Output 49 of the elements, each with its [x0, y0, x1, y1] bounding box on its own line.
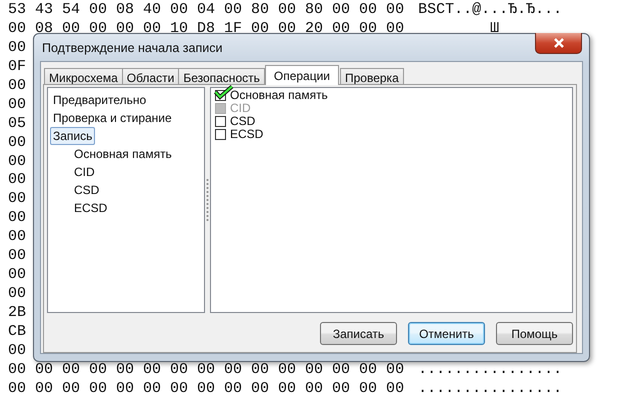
hex-bytes: 0F — [8, 58, 26, 75]
window-title: Подтверждение начала записи — [42, 41, 222, 55]
hex-bytes: 53 43 54 00 08 40 00 04 00 80 00 80 00 00 00 — [8, 1, 404, 18]
tab[interactable]: Микросхема — [44, 68, 123, 85]
hex-bytes: 2B — [8, 304, 26, 321]
tree-item[interactable]: CSD — [71, 181, 102, 199]
hex-bytes: 00 — [8, 76, 26, 94]
hex-bytes: 00 — [8, 228, 26, 246]
close-button[interactable] — [535, 33, 582, 54]
hex-bytes: 00 — [8, 134, 26, 151]
checkbox[interactable] — [215, 116, 226, 127]
tree-item[interactable]: Основная память — [71, 145, 175, 163]
tree-item[interactable]: ECSD — [71, 199, 110, 217]
hex-bytes: 00 — [8, 152, 26, 170]
tree-item[interactable]: Предварительно — [50, 91, 150, 109]
dialog-button[interactable]: Записать — [320, 322, 397, 345]
tree-item[interactable]: Запись — [50, 127, 96, 145]
checkbox-label: Основная память — [230, 89, 328, 102]
checkbox-label: ECSD — [230, 128, 264, 141]
checkbox[interactable] — [215, 129, 226, 140]
tree-item[interactable]: CID — [71, 163, 98, 181]
tree-item[interactable]: Проверка и стирание — [50, 109, 175, 127]
hex-bytes: 00 — [8, 38, 26, 56]
hex-bytes: 00 — [8, 266, 26, 284]
checkbox-label: CID — [230, 102, 251, 115]
dialog-button[interactable]: Отменить — [408, 322, 485, 345]
dialog-button[interactable]: Помощь — [496, 322, 573, 345]
hex-bytes: 00 — [8, 209, 26, 226]
hex-bytes: 00 — [8, 96, 26, 113]
hex-bytes: 00 — [8, 342, 26, 359]
ascii-text: ................ — [418, 380, 562, 397]
ascii-text: BSCT..@...Ђ.Ђ... — [418, 1, 562, 18]
hex-bytes: 00 — [8, 190, 26, 208]
hex-bytes: 00 00 00 00 00 00 00 00 00 00 00 00 00 00 00 — [8, 360, 404, 378]
tab[interactable]: Безопасность — [178, 68, 265, 85]
tab[interactable]: Области — [122, 68, 180, 85]
close-icon — [552, 38, 564, 48]
ascii-text: ................ — [418, 360, 562, 378]
hex-bytes: 05 — [8, 114, 26, 132]
hex-bytes: CB — [8, 322, 26, 340]
hex-bytes: 00 — [8, 285, 26, 302]
hex-bytes: 00 00 00 00 00 00 00 00 00 00 00 00 00 00 00 — [8, 380, 404, 397]
hex-bytes: 00 — [8, 247, 26, 264]
tab[interactable]: Проверка — [340, 68, 404, 85]
tab[interactable]: Операции — [264, 65, 339, 85]
ascii-text: Ш — [489, 20, 500, 37]
checkbox-label: CSD — [230, 115, 256, 128]
hex-bytes: 00 08 00 00 00 00 10 D8 1F 00 00 20 00 00 00 — [8, 20, 404, 37]
hex-bytes: 00 — [8, 171, 26, 188]
